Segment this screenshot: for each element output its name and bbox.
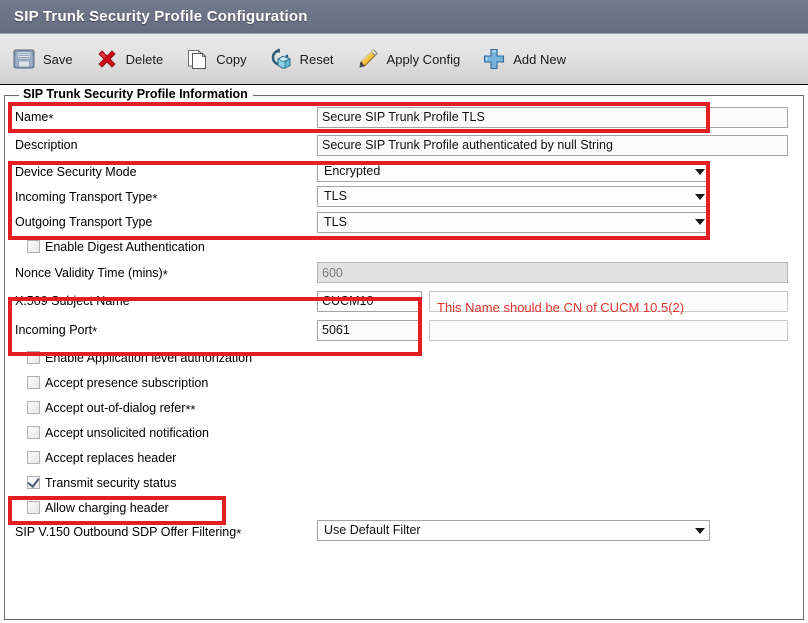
outgoing-transport-type-label: Outgoing Transport Type (15, 215, 153, 229)
row-enable-digest-authentication[interactable]: Enable Digest Authentication (5, 235, 803, 258)
accept-out-of-dialog-refer-label: Accept out-of-dialog refer** (45, 401, 196, 417)
chevron-down-icon (691, 187, 709, 206)
window-title-bar: SIP Trunk Security Profile Configuration (0, 0, 808, 34)
annotation-note-cn-of-cucm: This Name should be CN of CUCM 10.5(2) (437, 300, 685, 315)
row-accept-out-of-dialog-refer[interactable]: Accept out-of-dialog refer** (5, 395, 803, 420)
required-asterisk: * (48, 111, 54, 126)
reset-refresh-icon (269, 47, 293, 71)
row-accept-replaces-header[interactable]: Accept replaces header (5, 445, 803, 470)
reset-button-label: Reset (299, 51, 334, 67)
apply-config-pencil-icon (356, 47, 380, 71)
accept-presence-subscription-checkbox[interactable] (27, 376, 40, 389)
required-asterisk: * (162, 266, 168, 282)
required-asterisk: * (236, 526, 242, 541)
chevron-down-icon (691, 521, 709, 540)
nonce-validity-time-label: Nonce Validity Time (mins)* (15, 265, 168, 282)
incoming-port-spacer-field (429, 319, 788, 341)
toolbar: Save Delete Copy Reset Apply Config Add … (0, 34, 808, 85)
row-accept-unsolicited-notification[interactable]: Accept unsolicited notification (5, 420, 803, 445)
save-button[interactable]: Save (12, 47, 73, 71)
accept-unsolicited-notification-label: Accept unsolicited notification (45, 425, 209, 440)
device-security-mode-value: Encrypted (324, 164, 381, 178)
transmit-security-status-label: Transmit security status (45, 475, 177, 490)
copy-button[interactable]: Copy (185, 47, 247, 71)
device-security-mode-select[interactable]: Encrypted (317, 161, 710, 182)
enable-digest-authentication-checkbox[interactable] (27, 240, 40, 253)
row-description: Description (5, 131, 803, 159)
description-input[interactable] (317, 134, 788, 156)
row-sip-v150-outbound-sdp-offer-filtering: SIP V.150 Outbound SDP Offer Filtering* … (5, 520, 803, 546)
incoming-port-input[interactable] (317, 319, 422, 341)
incoming-transport-type-label: Incoming Transport Type* (15, 189, 158, 206)
row-incoming-transport-type: Incoming Transport Type* TLS (5, 184, 803, 209)
row-device-security-mode: Device Security Mode Encrypted (5, 159, 803, 184)
apply-config-button[interactable]: Apply Config (356, 47, 461, 71)
incoming-port-label: Incoming Port* (15, 323, 98, 339)
row-nonce-validity-time: Nonce Validity Time (mins)* (5, 258, 803, 287)
incoming-transport-type-select[interactable]: TLS (317, 186, 710, 207)
row-accept-presence-subscription[interactable]: Accept presence subscription (5, 370, 803, 395)
required-asterisk: * (92, 324, 98, 339)
copy-button-label: Copy (216, 51, 247, 67)
incoming-transport-type-value: TLS (324, 189, 347, 203)
double-asterisk: ** (185, 402, 196, 417)
accept-replaces-header-label: Accept replaces header (45, 450, 177, 465)
transmit-security-status-checkbox[interactable] (27, 476, 40, 489)
copy-pages-icon (185, 47, 209, 71)
sip-v150-filtering-value: Use Default Filter (324, 523, 421, 537)
sip-v150-filtering-select[interactable]: Use Default Filter (317, 520, 710, 541)
page-title: SIP Trunk Security Profile Configuration (14, 8, 308, 25)
allow-charging-header-label: Allow charging header (45, 500, 169, 515)
outgoing-transport-type-value: TLS (324, 214, 347, 229)
required-asterisk: * (152, 190, 158, 206)
save-button-label: Save (43, 51, 73, 67)
add-new-plus-icon (482, 47, 506, 71)
enable-digest-authentication-label: Enable Digest Authentication (45, 239, 205, 254)
delete-x-icon (95, 47, 119, 71)
sip-trunk-security-profile-information-fieldset: SIP Trunk Security Profile Information N… (4, 87, 804, 620)
nonce-validity-time-input (317, 262, 788, 283)
delete-button-label: Delete (125, 51, 164, 67)
row-outgoing-transport-type: Outgoing Transport Type TLS (5, 209, 803, 235)
description-label: Description (15, 138, 78, 152)
accept-out-of-dialog-refer-checkbox[interactable] (27, 401, 40, 414)
chevron-down-icon (691, 213, 709, 232)
chevron-down-icon (691, 162, 709, 181)
sip-v150-filtering-label: SIP V.150 Outbound SDP Offer Filtering* (15, 525, 242, 541)
allow-charging-header-checkbox[interactable] (27, 501, 40, 514)
apply-config-button-label: Apply Config (386, 51, 461, 67)
name-label: Name* (15, 110, 54, 126)
enable-application-level-authorization-label: Enable Application level authorization (45, 350, 253, 365)
add-new-button-label: Add New (513, 51, 567, 67)
row-transmit-security-status[interactable]: Transmit security status (5, 470, 803, 495)
add-new-button[interactable]: Add New (482, 47, 566, 71)
row-enable-application-level-authorization[interactable]: Enable Application level authorization (5, 345, 803, 370)
form-rows: Name* Description Device Security Mode E… (5, 103, 803, 546)
accept-presence-subscription-label: Accept presence subscription (45, 375, 209, 390)
device-security-mode-label: Device Security Mode (15, 164, 137, 179)
outgoing-transport-type-select[interactable]: TLS (317, 211, 710, 233)
accept-replaces-header-checkbox[interactable] (27, 451, 40, 464)
save-floppy-icon (12, 47, 36, 71)
reset-button[interactable]: Reset (269, 47, 334, 71)
fieldset-legend: SIP Trunk Security Profile Information (19, 87, 253, 101)
accept-unsolicited-notification-checkbox[interactable] (27, 426, 40, 439)
form-content: SIP Trunk Security Profile Information N… (0, 85, 808, 622)
row-allow-charging-header[interactable]: Allow charging header (5, 495, 803, 520)
row-incoming-port: Incoming Port* (5, 315, 803, 345)
x509-subject-name-input[interactable] (317, 290, 422, 312)
row-name: Name* (5, 103, 803, 131)
x509-subject-name-label: X.509 Subject Name (15, 294, 130, 308)
delete-button[interactable]: Delete (95, 47, 164, 71)
enable-application-level-authorization-checkbox[interactable] (27, 351, 40, 364)
name-input[interactable] (317, 106, 788, 128)
